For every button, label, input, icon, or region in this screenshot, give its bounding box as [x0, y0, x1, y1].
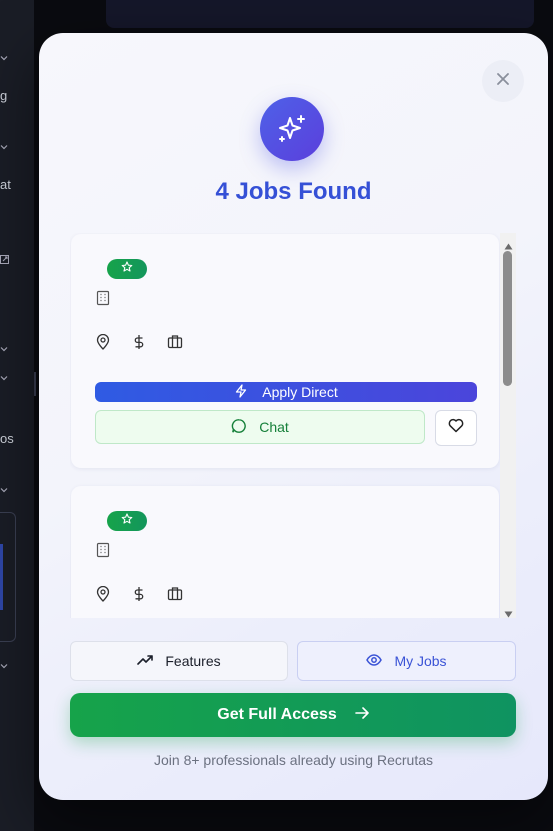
eye-icon — [366, 653, 383, 669]
modal-title: 4 Jobs Found — [215, 178, 372, 205]
job-list[interactable]: Apply Direct Chat — [70, 233, 516, 618]
get-full-access-button[interactable]: Get Full Access — [70, 693, 516, 737]
chevron-down-icon — [0, 486, 8, 494]
chat-button[interactable]: Chat — [95, 410, 425, 444]
get-full-access-label: Get Full Access — [217, 706, 337, 723]
features-button[interactable]: Features — [70, 641, 288, 681]
background-sidebar — [0, 0, 34, 831]
chevron-down-icon — [0, 54, 8, 62]
heart-icon — [448, 418, 464, 438]
background-topbar — [106, 0, 534, 28]
chevron-down-icon — [0, 662, 8, 670]
external-link-icon — [0, 255, 9, 264]
job-card — [71, 486, 499, 618]
message-circle-icon — [231, 418, 247, 437]
star-icon — [121, 260, 133, 278]
sidebar-item-label: os — [0, 431, 14, 446]
briefcase-icon — [167, 334, 183, 349]
background-panel-accent — [0, 544, 3, 610]
sidebar-resize-handle — [34, 372, 36, 396]
chevron-down-icon — [0, 143, 8, 151]
apply-direct-label: Apply Direct — [262, 384, 338, 400]
building-icon — [96, 542, 110, 558]
scroll-thumb[interactable] — [503, 251, 512, 386]
zap-icon — [234, 383, 248, 401]
chevron-down-icon — [0, 374, 8, 382]
chat-label: Chat — [259, 419, 289, 435]
apply-direct-button[interactable]: Apply Direct — [95, 382, 477, 402]
close-icon — [495, 71, 511, 92]
features-label: Features — [165, 653, 221, 669]
my-jobs-label: My Jobs — [394, 653, 447, 669]
dollar-icon — [133, 334, 145, 350]
star-icon — [121, 512, 133, 530]
save-job-button[interactable] — [435, 410, 477, 446]
job-list-scrollbar[interactable] — [500, 233, 516, 618]
footer-note: Join 8+ professionals already using Recr… — [154, 752, 433, 768]
sparkles-icon — [260, 97, 324, 161]
briefcase-icon — [167, 586, 183, 601]
my-jobs-button[interactable]: My Jobs — [297, 641, 516, 681]
trending-up-icon — [137, 653, 154, 669]
sidebar-item-label: g — [0, 88, 8, 103]
featured-badge — [107, 511, 147, 531]
chevron-down-icon — [0, 345, 8, 353]
featured-badge — [107, 259, 147, 279]
jobs-found-modal: 4 Jobs Found Apply Direct Chat Features … — [39, 33, 548, 800]
scroll-down-icon[interactable] — [504, 605, 513, 623]
building-icon — [96, 290, 110, 306]
job-card: Apply Direct Chat — [71, 234, 499, 468]
map-pin-icon — [96, 586, 110, 602]
map-pin-icon — [96, 334, 110, 350]
dollar-icon — [133, 586, 145, 602]
sidebar-item-label: at — [0, 177, 11, 192]
arrow-right-icon — [354, 706, 369, 724]
close-button[interactable] — [482, 60, 524, 102]
